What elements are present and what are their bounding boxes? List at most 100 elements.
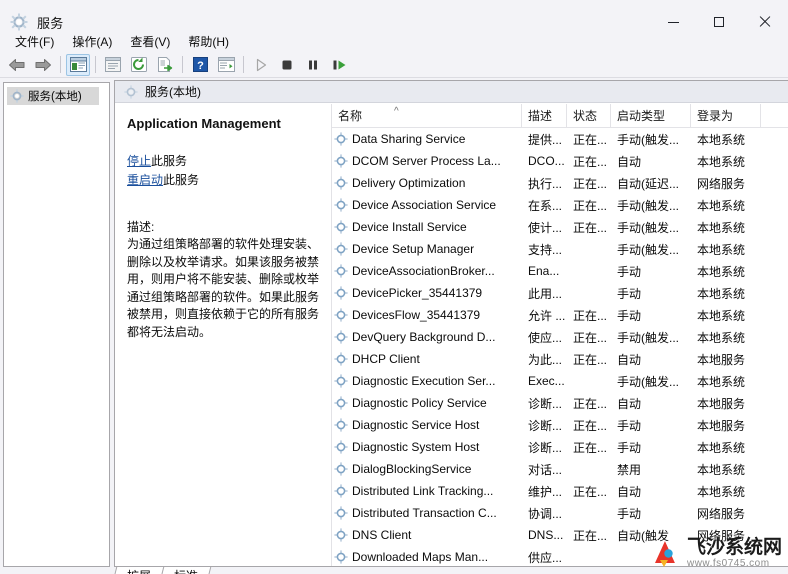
cell-description: 提供...	[528, 132, 563, 147]
cell-description: 为此...	[528, 352, 563, 367]
refresh-button[interactable]	[127, 54, 151, 76]
tab-extended-label: 扩展	[127, 567, 151, 574]
cell-startup-type: 手动	[617, 286, 642, 301]
table-row[interactable]: Distributed Transaction C... 协调... 手动 网络服务	[332, 502, 788, 524]
cell-logon-as: 网络服务	[697, 176, 746, 191]
cell-description: 使应...	[528, 330, 563, 345]
menu-help[interactable]: 帮助(H)	[179, 31, 238, 52]
toolbar-separator	[60, 56, 61, 73]
cell-service-name: Diagnostic Policy Service	[332, 392, 522, 414]
table-row[interactable]: DialogBlockingService 对话... 禁用 本地系统	[332, 458, 788, 480]
service-gear-icon	[334, 418, 348, 432]
service-name-label: Delivery Optimization	[352, 176, 466, 190]
table-row[interactable]: Device Setup Manager 支持... 手动(触发... 本地系统	[332, 238, 788, 260]
tab-extended[interactable]: 扩展	[111, 567, 165, 574]
table-row[interactable]: DeviceAssociationBroker... Ena... 手动 本地系统	[332, 260, 788, 282]
cell-logon-as: 本地系统	[697, 154, 746, 169]
cell-description: Ena...	[528, 264, 560, 278]
table-row[interactable]: DNS Client DNS... 正在... 自动(触发 网络服务	[332, 524, 788, 546]
cell-status: 正在...	[573, 176, 608, 191]
cell-service-name: Distributed Link Tracking...	[332, 480, 522, 502]
cell-logon-as: 本地系统	[697, 440, 746, 455]
table-row[interactable]: Diagnostic Service Host 诊断... 正在... 手动 本地服务	[332, 414, 788, 436]
table-row[interactable]: Device Install Service 使计... 正在... 手动(触发...…	[332, 216, 788, 238]
cell-service-name: Downloaded Maps Man...	[332, 546, 522, 566]
services-list-view[interactable]: 名称 ^ 描述 状态 启动类型 登录为 Data Sharing Service…	[331, 104, 788, 566]
table-row[interactable]: Distributed Link Tracking... 维护... 正在... 自动…	[332, 480, 788, 502]
cell-startup-type: 自动	[617, 352, 642, 367]
restart-service-button[interactable]	[327, 54, 351, 76]
stop-service-link-row[interactable]: 停止此服务	[127, 152, 319, 171]
view-tabs: 扩展 标准	[111, 567, 788, 574]
menu-action[interactable]: 操作(A)	[63, 31, 121, 52]
services-gear-icon	[124, 84, 138, 99]
table-row[interactable]: DevicePicker_35441379 此用... 手动 本地系统	[332, 282, 788, 304]
service-name-label: Data Sharing Service	[352, 132, 466, 146]
cell-startup-type: 手动(触发...	[617, 198, 679, 213]
help-button[interactable]: ?	[188, 54, 212, 76]
menu-file[interactable]: 文件(F)	[6, 31, 63, 52]
cell-logon-as: 本地系统	[697, 308, 746, 323]
table-row[interactable]: Diagnostic Policy Service 诊断... 正在... 自动 本地服…	[332, 392, 788, 414]
stop-service-button[interactable]	[275, 54, 299, 76]
cell-service-name: DCOM Server Process La...	[332, 150, 522, 172]
column-header-logon-as[interactable]: 登录为	[691, 104, 761, 127]
menu-view[interactable]: 查看(V)	[121, 31, 179, 52]
cell-description: Exec...	[528, 374, 565, 388]
table-row[interactable]: DevQuery Background D... 使应... 正在... 手动(触发.…	[332, 326, 788, 348]
table-row[interactable]: DHCP Client 为此... 正在... 自动 本地服务	[332, 348, 788, 370]
forward-button[interactable]	[31, 54, 55, 76]
service-name-label: Distributed Link Tracking...	[352, 484, 494, 498]
table-row[interactable]: Diagnostic Execution Ser... Exec... 手动(触发.…	[332, 370, 788, 392]
stop-service-link[interactable]: 停止	[127, 154, 151, 168]
cell-description: DNS...	[528, 528, 564, 542]
cell-description: 对话...	[528, 462, 563, 477]
cell-startup-type: 手动	[617, 308, 642, 323]
cell-status	[567, 502, 611, 524]
table-row[interactable]: Delivery Optimization 执行... 正在... 自动(延迟... 网…	[332, 172, 788, 194]
pause-service-button[interactable]	[301, 54, 325, 76]
tree-node-services-local[interactable]: 服务(本地)	[7, 87, 99, 105]
service-name-label: DHCP Client	[352, 352, 420, 366]
services-list-header: 名称 ^ 描述 状态 启动类型 登录为	[332, 104, 788, 128]
cell-status: 正在...	[573, 154, 608, 169]
cell-service-name: DHCP Client	[332, 348, 522, 370]
show-hide-tree-button[interactable]	[66, 53, 90, 76]
table-row[interactable]: DCOM Server Process La... DCO... 正在... 自动 本地…	[332, 150, 788, 172]
table-row[interactable]: Downloaded Maps Man... 供应...	[332, 546, 788, 566]
restart-service-link-row[interactable]: 重启动此服务	[127, 171, 319, 190]
description-text: 为通过组策略部署的软件处理安装、删除以及枚举请求。如果该服务被禁用，则用户将不能…	[127, 237, 320, 339]
table-row[interactable]: Diagnostic System Host 诊断... 正在... 手动 本地系统	[332, 436, 788, 458]
column-header-name[interactable]: 名称 ^	[332, 104, 522, 127]
cell-status: 正在...	[573, 308, 608, 323]
cell-description: 维护...	[528, 484, 563, 499]
cell-startup-type: 自动	[617, 154, 642, 169]
service-name-label: Diagnostic Service Host	[352, 418, 480, 432]
cell-status	[567, 238, 611, 260]
toolbar: ?	[0, 52, 788, 78]
column-header-status[interactable]: 状态	[567, 104, 611, 127]
cell-service-name: DNS Client	[332, 524, 522, 546]
show-action-pane-button[interactable]	[214, 54, 238, 76]
cell-startup-type: 禁用	[617, 462, 642, 477]
back-button[interactable]	[5, 54, 29, 76]
cell-logon-as: 本地系统	[697, 242, 746, 257]
table-row[interactable]: Data Sharing Service 提供... 正在... 手动(触发... 本地…	[332, 128, 788, 150]
cell-startup-type: 手动(触发...	[617, 242, 679, 257]
table-row[interactable]: DevicesFlow_35441379 允许 ... 正在... 手动 本地系统	[332, 304, 788, 326]
export-list-button[interactable]	[153, 54, 177, 76]
column-header-description[interactable]: 描述	[522, 104, 567, 127]
cell-startup-type: 手动	[617, 418, 642, 433]
table-row[interactable]: Device Association Service 在系... 正在... 手动(触…	[332, 194, 788, 216]
cell-logon-as: 本地系统	[697, 330, 746, 345]
column-header-startup-type[interactable]: 启动类型	[611, 104, 691, 127]
restart-service-link[interactable]: 重启动	[127, 173, 163, 187]
cell-logon-as: 本地系统	[697, 220, 746, 235]
cell-logon-as: 本地系统	[697, 132, 746, 147]
properties-button[interactable]	[101, 54, 125, 76]
tab-standard[interactable]: 标准	[158, 567, 212, 574]
cell-startup-type: 自动	[617, 484, 642, 499]
start-service-button[interactable]	[249, 54, 273, 76]
cell-startup-type: 手动	[617, 506, 642, 521]
cell-status: 正在...	[573, 484, 608, 499]
